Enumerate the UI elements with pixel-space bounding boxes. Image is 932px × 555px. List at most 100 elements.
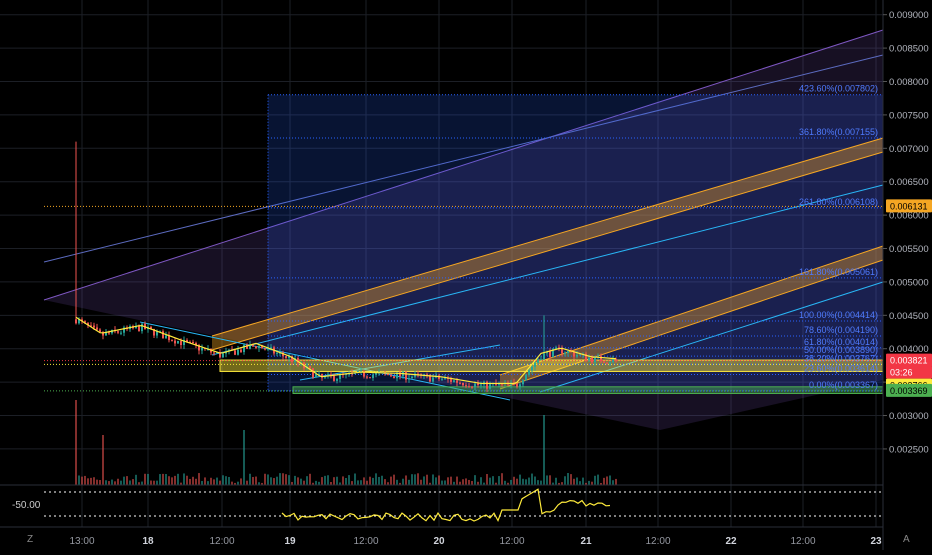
volume-bar (603, 477, 605, 485)
candle-body (432, 377, 434, 382)
volume-bar (606, 476, 608, 485)
volume-bar (534, 476, 536, 485)
volume-bar (420, 479, 422, 485)
volume-bar (195, 478, 197, 485)
time-tick-label: 23 (870, 536, 882, 547)
volume-bar (135, 474, 137, 485)
volume-bar (609, 475, 611, 485)
price-tick-label: 0.007500 (889, 110, 929, 121)
candle-body (411, 376, 413, 379)
time-tick-label: 22 (725, 536, 737, 547)
candle-body (480, 384, 482, 386)
candle-body (555, 347, 557, 349)
volume-bar (369, 476, 371, 485)
volume-bar (465, 478, 467, 485)
candle-body (471, 386, 473, 388)
volume-bar (510, 479, 512, 485)
candle-body (369, 377, 371, 379)
candle-body (141, 323, 143, 332)
price-tick-label: 0.005000 (889, 277, 929, 288)
yellow-zone (219, 359, 884, 372)
volume-bar (327, 475, 329, 485)
price-tick-label: 0.004500 (889, 311, 929, 322)
volume-bar (198, 473, 200, 485)
volume-bar (456, 476, 458, 485)
candle-body (459, 382, 461, 384)
candle-body (390, 375, 392, 377)
volume-bar (273, 478, 275, 485)
volume-bar (615, 478, 617, 485)
candle-body (465, 385, 467, 387)
candle-body (240, 349, 242, 353)
volume-bar (321, 477, 323, 485)
volume-bar (288, 475, 290, 485)
volume-bar (306, 476, 308, 485)
chart-svg: 423.60%(0.007802) 361.80%(0.007155) 261.80… (0, 0, 932, 550)
volume-bar (570, 474, 572, 485)
volume-bar (519, 474, 521, 485)
volume-bar (579, 481, 581, 485)
candle-body (549, 351, 551, 357)
volume-bar (498, 476, 500, 485)
candle-body (96, 327, 98, 330)
volume-bar (501, 473, 503, 485)
volume-bar (531, 473, 533, 485)
price-tick-label: 0.002500 (889, 444, 929, 455)
candle-body (489, 383, 491, 389)
candle-body (75, 319, 77, 324)
volume-bar (408, 479, 410, 485)
candle-body (519, 384, 521, 387)
volume-bar (96, 479, 98, 485)
price-tick-label: 0.006500 (889, 177, 929, 188)
volume-bar (276, 476, 278, 485)
candle-body (486, 381, 488, 389)
volume-bar (162, 473, 164, 485)
volume-bar (375, 473, 377, 485)
volume-bar (555, 477, 557, 485)
fib-level-label: 100.00%(0.004414) (799, 310, 878, 320)
volume-bar (522, 478, 524, 485)
volume-bar (528, 477, 530, 485)
candle-body (393, 376, 395, 379)
volume-bar (378, 476, 380, 485)
volume-bar (567, 473, 569, 485)
volume-bar (153, 480, 155, 485)
auto-scale-button[interactable]: A (903, 534, 910, 545)
volume-bar (84, 475, 86, 485)
volume-bar (357, 480, 359, 485)
volume-bar (309, 473, 311, 485)
candle-body (576, 354, 578, 357)
price-badge-label: 0.006131 (890, 201, 928, 211)
volume-bar (612, 480, 614, 485)
volume-bar (294, 475, 296, 485)
volume-bar (117, 478, 119, 485)
candle-body (201, 347, 203, 351)
time-tick-label: 20 (433, 536, 445, 547)
candle-body (174, 340, 176, 344)
price-tick-label: 0.005500 (889, 244, 929, 255)
volume-bar (462, 479, 464, 485)
volume-bar (324, 475, 326, 485)
volume-bar (576, 477, 578, 485)
volume-bar (150, 480, 152, 485)
candle-body (165, 335, 167, 339)
volume-bar (480, 477, 482, 485)
volume-bar (213, 479, 215, 485)
volume-bar (102, 435, 104, 485)
candle-body (516, 383, 518, 387)
candle-body (534, 362, 536, 367)
price-tick-label: 0.003000 (889, 411, 929, 422)
candle-body (441, 378, 443, 380)
volume-bar (210, 477, 212, 485)
candle-body (312, 368, 314, 378)
volume-bar (243, 430, 245, 485)
volume-bar (78, 475, 80, 485)
volume-bar (129, 480, 131, 485)
candle-body (258, 346, 260, 349)
volume-bar (285, 474, 287, 485)
volume-bar (201, 481, 203, 485)
candle-body (540, 359, 542, 361)
volume-bar (390, 476, 392, 485)
timezone-button[interactable]: Z (27, 534, 33, 545)
volume-bar (435, 477, 437, 485)
